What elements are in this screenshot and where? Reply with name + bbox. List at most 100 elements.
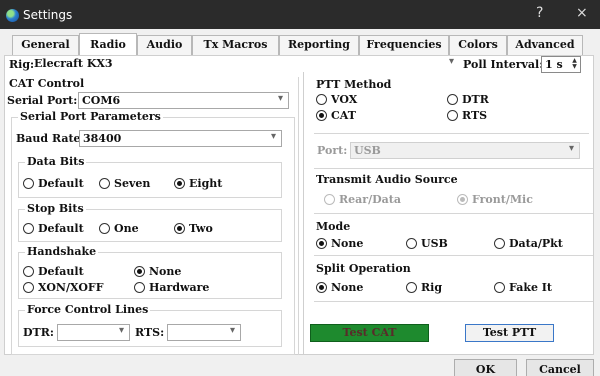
tab-colors[interactable]: Colors xyxy=(449,35,507,55)
radio-tab-panel: Rig: Elecraft KX3 ▾ Poll Interval: 1 s ▲… xyxy=(4,55,594,355)
serial-port-value: COM6 xyxy=(82,94,121,107)
radio-label: Eight xyxy=(189,177,223,190)
serial-port-parameters-title: Serial Port Parameters xyxy=(18,110,163,123)
radio-circle-icon xyxy=(23,178,34,189)
ptt-dtr-radio[interactable]: DTR xyxy=(447,93,507,107)
split-rig-radio[interactable]: Rig xyxy=(406,281,456,295)
chevron-down-icon: ▾ xyxy=(568,143,574,154)
data-bits-seven-radio[interactable]: Seven xyxy=(99,177,159,191)
tab-audio[interactable]: Audio xyxy=(137,35,192,55)
ptt-vox-radio[interactable]: VOX xyxy=(316,93,376,107)
rts-label: RTS: xyxy=(135,326,165,339)
handshake-default-radio[interactable]: Default xyxy=(23,265,88,279)
data-bits-group: Data Bits Default Seven Eight xyxy=(18,155,282,198)
split-none-radio[interactable]: None xyxy=(316,281,376,295)
radio-circle-icon xyxy=(99,178,110,189)
split-operation-title: Split Operation xyxy=(316,262,411,275)
cancel-button[interactable]: Cancel xyxy=(526,359,594,376)
poll-interval-label: Poll Interval: xyxy=(463,58,544,71)
poll-interval-value: 1 s xyxy=(545,58,563,71)
handshake-group: Handshake Default None XON/XOFF Hardware xyxy=(18,245,282,299)
mode-title: Mode xyxy=(316,220,351,233)
tab-reporting[interactable]: Reporting xyxy=(279,35,359,55)
mode-usb-radio[interactable]: USB xyxy=(406,237,461,251)
radio-label: CAT xyxy=(331,109,356,122)
serial-port-select[interactable]: COM6 ▾ xyxy=(78,92,289,109)
stop-bits-group: Stop Bits Default One Two xyxy=(18,202,282,242)
radio-circle-icon xyxy=(23,223,34,234)
mode-none-radio[interactable]: None xyxy=(316,237,376,251)
audio-rear-data-radio[interactable]: Rear/Data xyxy=(324,193,404,207)
radio-label: None xyxy=(331,281,364,294)
radio-circle-icon xyxy=(134,266,145,277)
tab-tx-macros[interactable]: Tx Macros xyxy=(192,35,279,55)
radio-circle-icon xyxy=(99,223,110,234)
poll-interval-spinbox[interactable]: 1 s ▲ ▼ xyxy=(541,56,581,73)
radio-label: Rig xyxy=(421,281,443,294)
baud-rate-select[interactable]: 38400 ▾ xyxy=(79,130,282,147)
column-divider xyxy=(303,72,304,354)
radio-label: Hardware xyxy=(149,281,210,294)
ptt-port-label: Port: xyxy=(317,144,348,157)
rig-select[interactable]: Elecraft KX3 ▾ xyxy=(31,56,459,73)
serial-port-parameters-group: Serial Port Parameters Baud Rate: 38400 … xyxy=(11,110,295,355)
radio-circle-icon xyxy=(316,94,327,105)
radio-circle-icon xyxy=(134,282,145,293)
tab-radio[interactable]: Radio xyxy=(79,33,137,55)
mode-data-pkt-radio[interactable]: Data/Pkt xyxy=(494,237,569,251)
radio-label: DTR xyxy=(462,93,489,106)
tab-general[interactable]: General xyxy=(12,35,79,55)
handshake-xonxoff-radio[interactable]: XON/XOFF xyxy=(23,281,108,295)
ptt-rts-radio[interactable]: RTS xyxy=(447,109,507,123)
help-button[interactable]: ? xyxy=(536,5,543,21)
force-control-lines-group: Force Control Lines DTR: ▾ RTS: ▾ xyxy=(18,303,282,347)
split-operation-group: Split Operation None Rig Fake It xyxy=(314,256,593,302)
radio-circle-icon xyxy=(494,238,505,249)
handshake-title: Handshake xyxy=(25,245,99,258)
dialog-body: General Radio Audio Tx Macros Reporting … xyxy=(0,29,600,376)
split-fake-it-radio[interactable]: Fake It xyxy=(494,281,564,295)
spin-arrows-icon[interactable]: ▲ ▼ xyxy=(570,58,579,71)
rts-select[interactable]: ▾ xyxy=(167,324,241,341)
ok-button[interactable]: OK xyxy=(454,359,517,376)
close-button[interactable]: × xyxy=(576,5,588,21)
audio-front-mic-radio[interactable]: Front/Mic xyxy=(457,193,537,207)
handshake-none-radio[interactable]: None xyxy=(134,265,189,279)
tab-frequencies[interactable]: Frequencies xyxy=(359,35,449,55)
baud-rate-value: 38400 xyxy=(83,132,122,145)
stop-bits-one-radio[interactable]: One xyxy=(99,222,149,236)
radio-label: Default xyxy=(38,177,84,190)
chevron-down-icon: ▾ xyxy=(270,131,276,142)
radio-circle-icon xyxy=(447,94,458,105)
chevron-down-icon: ▾ xyxy=(448,56,454,67)
radio-label: Front/Mic xyxy=(472,193,533,206)
transmit-audio-source-group: Transmit Audio Source Rear/Data Front/Mi… xyxy=(314,168,593,214)
stop-bits-default-radio[interactable]: Default xyxy=(23,222,88,236)
radio-circle-icon xyxy=(316,282,327,293)
spin-down-icon[interactable]: ▼ xyxy=(572,63,577,70)
chevron-down-icon: ▾ xyxy=(118,325,124,336)
data-bits-title: Data Bits xyxy=(25,155,87,168)
radio-circle-icon xyxy=(23,266,34,277)
test-ptt-button[interactable]: Test PTT xyxy=(465,324,554,342)
data-bits-eight-radio[interactable]: Eight xyxy=(174,177,234,191)
rig-value: Elecraft KX3 xyxy=(34,57,113,70)
test-cat-button[interactable]: Test CAT xyxy=(310,324,429,342)
radio-circle-icon xyxy=(447,110,458,121)
chevron-down-icon: ▾ xyxy=(277,93,283,104)
cat-control-title: CAT Control xyxy=(9,77,85,90)
tab-advanced[interactable]: Advanced xyxy=(507,35,583,55)
radio-label: RTS xyxy=(462,109,488,122)
mode-group: Mode None USB Data/Pkt xyxy=(314,214,593,256)
ptt-cat-radio[interactable]: CAT xyxy=(316,109,376,123)
stop-bits-two-radio[interactable]: Two xyxy=(174,222,224,236)
radio-label: VOX xyxy=(331,93,358,106)
radio-label: None xyxy=(331,237,364,250)
radio-circle-icon xyxy=(494,282,505,293)
radio-circle-icon xyxy=(316,110,327,121)
handshake-hardware-radio[interactable]: Hardware xyxy=(134,281,214,295)
data-bits-default-radio[interactable]: Default xyxy=(23,177,88,191)
dtr-select[interactable]: ▾ xyxy=(57,324,130,341)
baud-rate-label: Baud Rate: xyxy=(16,132,85,145)
ptt-port-select[interactable]: USB ▾ xyxy=(350,142,580,159)
